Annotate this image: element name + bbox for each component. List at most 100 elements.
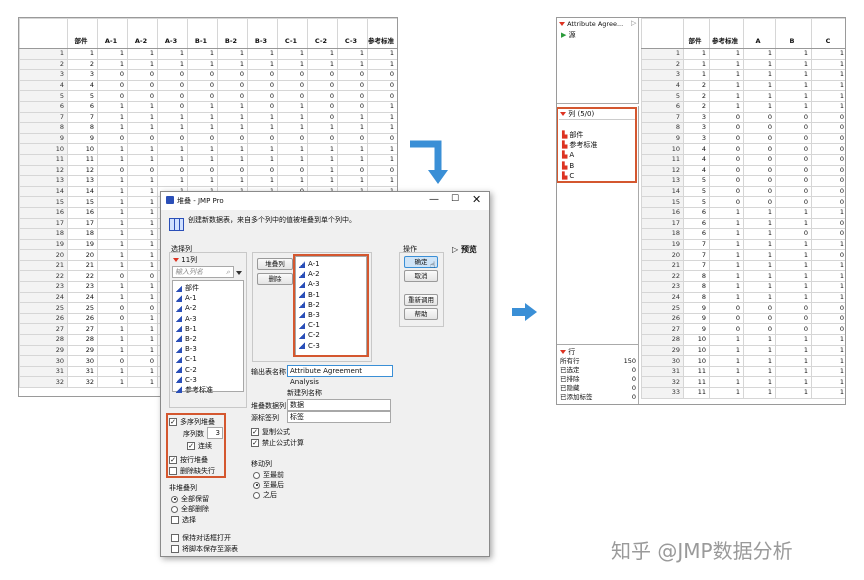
table-row[interactable]: 18 6 1 1 0 0 — [641, 228, 845, 240]
row-number[interactable]: 3 — [641, 69, 684, 81]
table-row[interactable]: 24 8 1 1 1 1 — [641, 291, 845, 304]
table-row[interactable]: 881111111111 — [19, 122, 397, 134]
table-cell[interactable]: 1 — [127, 175, 158, 187]
row-number[interactable]: 1 — [19, 48, 68, 60]
list-item[interactable]: C-3 — [176, 375, 240, 385]
table-cell[interactable]: 1 — [811, 90, 845, 102]
column-count[interactable]: 11列 — [173, 255, 197, 265]
search-options-icon[interactable] — [236, 269, 242, 277]
table-cell[interactable]: 1 — [775, 69, 812, 81]
table-cell[interactable]: 27 — [67, 323, 98, 336]
table-row[interactable]: 661101101001 — [19, 100, 397, 113]
list-item[interactable]: B-1 — [176, 324, 240, 334]
table-cell[interactable]: 0 — [775, 143, 812, 155]
table-cell[interactable]: 1 — [97, 196, 128, 208]
minimize-icon[interactable]: — — [429, 194, 439, 205]
suppress-formula-check[interactable]: ✓ — [251, 439, 259, 447]
table-cell[interactable]: 7 — [683, 238, 710, 251]
table-cell[interactable]: 0 — [247, 100, 278, 113]
table-row[interactable]: 930000 — [641, 132, 845, 145]
table-cell[interactable]: 0 — [709, 122, 744, 134]
column-header[interactable]: C-3 — [337, 18, 368, 49]
table-cell[interactable]: 1 — [811, 376, 845, 388]
table-cell[interactable]: 3 — [683, 122, 710, 134]
table-cell[interactable]: 0 — [127, 355, 158, 367]
table-cell[interactable]: 1 — [775, 79, 812, 92]
table-row[interactable]: 21 7 1 1 1 1 — [641, 259, 845, 272]
row-number[interactable]: 10 — [641, 143, 684, 155]
table-cell[interactable]: 0 — [97, 355, 128, 367]
table-cell[interactable]: 0 — [157, 164, 188, 177]
table-cell[interactable]: 0 — [743, 323, 776, 336]
table-cell[interactable]: 1 — [743, 58, 776, 71]
table-cell[interactable]: 6 — [683, 206, 710, 219]
table-row[interactable]: 730000 — [641, 111, 845, 124]
table-cell[interactable]: 1 — [157, 153, 188, 166]
keep-dialog-open-checkbox[interactable]: 保持对话框打开 — [171, 533, 231, 543]
result-data-grid[interactable]: 部件 参考标准 A B C 111111211111311111421111521111… — [641, 18, 845, 399]
table-cell[interactable]: 1 — [743, 365, 776, 378]
table-cell[interactable]: 1 — [367, 153, 397, 166]
table-cell[interactable]: 23 — [67, 281, 98, 293]
table-cell[interactable]: 1 — [811, 344, 845, 357]
table-cell[interactable]: 0 — [743, 122, 776, 134]
table-cell[interactable]: 0 — [307, 79, 338, 92]
table-cell[interactable]: 0 — [775, 302, 812, 314]
table-row[interactable]: 12 4 0 0 0 0 — [641, 164, 845, 177]
row-number[interactable]: 19 — [19, 238, 68, 251]
table-cell[interactable]: 1 — [97, 281, 128, 293]
table-cell[interactable]: 0 — [709, 111, 744, 124]
table-cell[interactable]: 1 — [367, 100, 397, 113]
table-cell[interactable]: 6 — [67, 100, 98, 113]
table-cell[interactable]: 1 — [709, 291, 744, 304]
table-cell[interactable]: 0 — [743, 164, 776, 177]
table-cell[interactable]: 0 — [775, 153, 812, 166]
table-cell[interactable]: 1 — [775, 376, 812, 388]
table-cell[interactable]: 20 — [67, 249, 98, 261]
table-cell[interactable]: 1 — [247, 111, 278, 124]
table-cell[interactable]: 1 — [775, 217, 812, 230]
table-cell[interactable]: 0 — [743, 132, 776, 145]
table-cell[interactable]: 1 — [127, 153, 158, 166]
table-cell[interactable]: 1 — [97, 376, 128, 388]
table-cell[interactable]: 1 — [811, 355, 845, 367]
table-row[interactable]: 111111111111 — [19, 48, 397, 60]
table-cell[interactable]: 1 — [811, 238, 845, 251]
table-cell[interactable]: 0 — [811, 175, 845, 187]
maximize-icon[interactable]: ☐ — [451, 194, 459, 204]
output-name-input[interactable]: Attribute Agreement Analysis — [287, 365, 393, 386]
table-cell[interactable]: 11 — [683, 376, 710, 388]
row-number[interactable]: 15 — [19, 196, 68, 208]
row-number[interactable]: 19 — [641, 238, 684, 251]
table-cell[interactable]: 7 — [683, 249, 710, 261]
table-cell[interactable]: 1 — [709, 228, 744, 240]
table-cell[interactable]: 1 — [337, 122, 368, 134]
column-header[interactable]: B-3 — [247, 18, 278, 49]
table-cell[interactable]: 1 — [775, 100, 812, 113]
table-cell[interactable]: 0 — [775, 111, 812, 124]
table-cell[interactable]: 1 — [709, 281, 744, 293]
dialog-title-bar[interactable]: 堆叠 - JMP Pro — ☐ ✕ — [161, 192, 489, 210]
row-number[interactable]: 29 — [641, 344, 684, 357]
column-header[interactable]: 部件 — [683, 18, 710, 49]
table-cell[interactable]: 0 — [127, 164, 158, 177]
table-cell[interactable]: 1 — [97, 365, 128, 378]
table-cell[interactable]: 0 — [307, 100, 338, 113]
table-row[interactable]: 11 11 1 1 1 1 1 1 1 1 1 1 — [19, 153, 397, 166]
table-cell[interactable]: 1 — [307, 153, 338, 166]
row-number[interactable]: 28 — [641, 334, 684, 346]
table-cell[interactable]: 1 — [683, 58, 710, 71]
table-cell[interactable]: 3 — [67, 69, 98, 81]
table-cell[interactable]: 1 — [811, 79, 845, 92]
table-cell[interactable]: 1 — [247, 58, 278, 71]
table-row[interactable]: 521111 — [641, 90, 845, 102]
list-item[interactable]: B-3 — [176, 344, 240, 354]
table-cell[interactable]: 0 — [307, 90, 338, 102]
table-cell[interactable]: 1 — [709, 334, 744, 346]
row-number[interactable]: 31 — [19, 365, 68, 378]
table-cell[interactable]: 1 — [709, 365, 744, 378]
table-cell[interactable]: 0 — [127, 132, 158, 145]
table-cell[interactable]: 1 — [127, 365, 158, 378]
row-number[interactable]: 21 — [641, 259, 684, 272]
table-cell[interactable]: 4 — [683, 143, 710, 155]
